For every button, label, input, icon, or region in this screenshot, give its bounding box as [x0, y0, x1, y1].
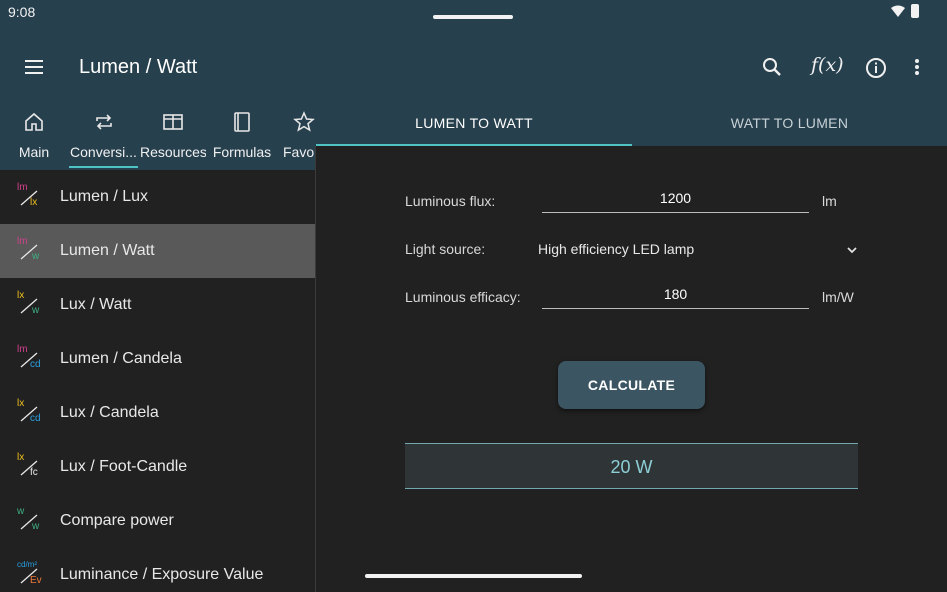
luminous-efficacy-input[interactable]: 180 — [542, 283, 809, 309]
wifi-icon — [891, 5, 905, 17]
sidebar-item[interactable]: lm w Lumen / Watt — [0, 224, 316, 278]
tab-main[interactable]: Main — [8, 104, 60, 170]
home-indicator[interactable] — [365, 574, 582, 578]
sidebar-item[interactable]: lx w Lux / Watt — [0, 278, 316, 332]
sidebar-item[interactable]: lm lx Lumen / Lux — [0, 170, 316, 224]
search-icon — [763, 58, 781, 76]
page-title: Lumen / Watt — [79, 56, 198, 78]
menu-button[interactable] — [21, 54, 49, 80]
light-source-value: High efficiency LED lamp — [538, 241, 695, 257]
luminous-flux-unit: lm — [822, 193, 837, 209]
unit-ratio-icon: lx cd — [17, 398, 41, 424]
repeat-icon — [95, 114, 112, 130]
unit-ratio-icon: cd/m² Ev — [17, 560, 42, 586]
tab-lumen-to-watt[interactable]: LUMEN TO WATT — [316, 104, 632, 146]
calculator-panel: Luminous flux: 1200 lm Light source: Hig… — [316, 146, 947, 592]
tab-main-label: Main — [18, 144, 50, 160]
tab-favorites[interactable]: Favor — [281, 104, 316, 170]
sidebar-item-label: Luminance / Exposure Value — [60, 566, 264, 583]
table-icon — [163, 114, 183, 130]
luminous-flux-input[interactable]: 1200 — [542, 187, 809, 213]
sidebar-item[interactable]: lx fc Lux / Foot-Candle — [0, 440, 316, 494]
status-time: 9:08 — [8, 4, 36, 20]
info-icon — [866, 58, 886, 78]
tab-conversions-label: Conversi... — [70, 144, 137, 160]
luminous-flux-label: Luminous flux: — [405, 193, 496, 209]
sidebar-item[interactable]: lm cd Lumen / Candela — [0, 332, 316, 386]
star-icon — [293, 111, 315, 132]
chevron-down-icon — [847, 247, 857, 254]
tab-formulas[interactable]: Formulas — [211, 104, 273, 170]
sidebar-item-label: Lux / Foot-Candle — [60, 458, 188, 475]
more-vert-icon — [915, 59, 919, 75]
home-icon — [25, 112, 43, 131]
formula-button[interactable]: f(x) — [811, 54, 844, 82]
tab-favorites-label: Favor — [283, 144, 316, 160]
sidebar-item-label: Lumen / Watt — [60, 242, 155, 259]
book-icon — [234, 112, 250, 132]
notch-pill — [433, 15, 513, 19]
function-icon: f(x) — [811, 54, 844, 76]
conversion-list: lm lx Lumen / Lux lm w Lumen / Watt lx w Lux / W… — [0, 170, 316, 592]
sidebar-item-label: Compare power — [60, 512, 174, 529]
unit-ratio-icon: lm w — [17, 236, 40, 262]
light-source-select[interactable]: High efficiency LED lamp — [538, 240, 862, 266]
unit-ratio-icon: lm cd — [17, 344, 41, 370]
more-options-button[interactable] — [904, 54, 934, 82]
search-button[interactable] — [759, 54, 789, 82]
tab-conversions[interactable]: Conversi... — [69, 104, 138, 170]
light-source-label: Light source: — [405, 241, 486, 257]
calculate-button[interactable]: CALCULATE — [558, 361, 705, 409]
sidebar-item-label: Lumen / Candela — [60, 350, 182, 367]
result-display: 20 W — [405, 443, 858, 489]
nav-tabs: Main Conversi... Resources Formulas Favo… — [0, 104, 316, 170]
status-bar: 9:08 — [0, 0, 947, 26]
info-button[interactable] — [862, 54, 892, 82]
sidebar-item[interactable]: lx cd Lux / Candela — [0, 386, 316, 440]
luminous-efficacy-label: Luminous efficacy: — [405, 289, 521, 305]
sidebar-item-label: Lux / Watt — [60, 296, 132, 313]
sidebar-item-label: Lumen / Lux — [60, 188, 149, 205]
tab-resources[interactable]: Resources — [140, 104, 206, 170]
unit-ratio-icon: lx fc — [17, 452, 38, 478]
conversion-tabs: LUMEN TO WATT WATT TO LUMEN — [316, 104, 947, 146]
sidebar-item-label: Lux / Candela — [60, 404, 159, 421]
unit-ratio-icon: lm lx — [17, 182, 38, 208]
battery-icon — [911, 4, 919, 18]
luminous-efficacy-unit: lm/W — [822, 289, 854, 305]
unit-ratio-icon: ww — [17, 506, 40, 532]
tab-resources-label: Resources — [140, 144, 206, 160]
sidebar-item[interactable]: cd/m² Ev Luminance / Exposure Value — [0, 548, 316, 592]
tab-watt-to-lumen[interactable]: WATT TO LUMEN — [632, 104, 947, 146]
unit-ratio-icon: lx w — [17, 290, 40, 316]
tab-formulas-label: Formulas — [212, 144, 272, 160]
sidebar-item[interactable]: w w Compare power — [0, 494, 316, 548]
